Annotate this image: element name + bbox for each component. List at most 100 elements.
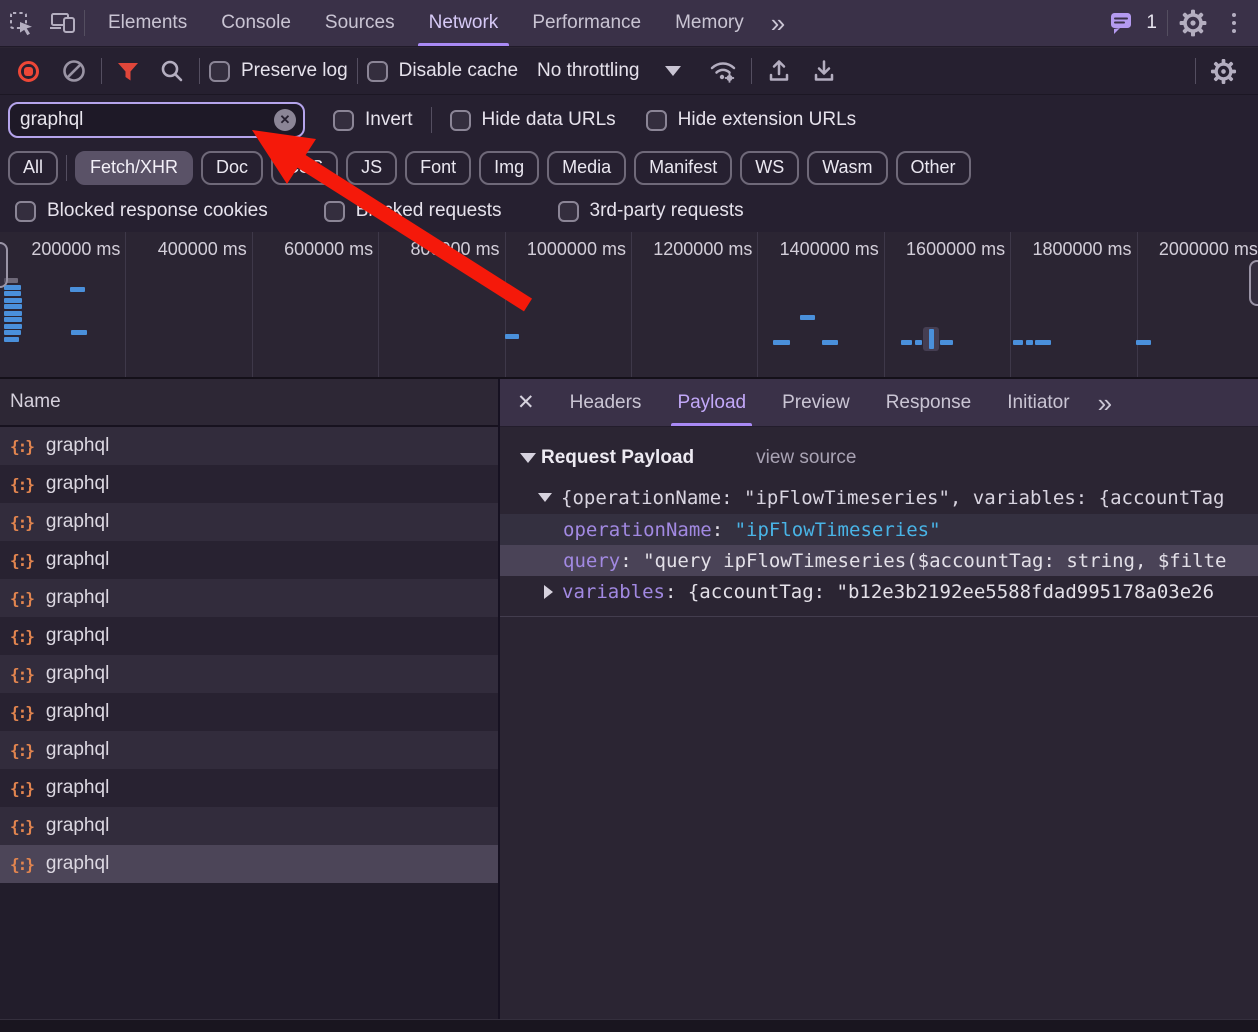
waterfall-bar (4, 330, 21, 335)
3rd-party-requests-toggle[interactable]: 3rd-party requests (558, 200, 744, 222)
table-row[interactable]: {:}graphql (0, 731, 498, 769)
tab-response[interactable]: Response (868, 379, 990, 426)
timeline-tick: 1600000 ms (885, 232, 1011, 377)
chip-doc[interactable]: Doc (201, 151, 263, 185)
request-name: graphql (46, 435, 109, 457)
table-row[interactable]: {:}graphql (0, 769, 498, 807)
overview-left-handle[interactable] (0, 242, 8, 288)
tab-sources[interactable]: Sources (308, 0, 412, 46)
chip-other[interactable]: Other (896, 151, 971, 185)
close-details-icon[interactable]: ✕ (500, 390, 552, 415)
network-conditions-icon[interactable] (704, 58, 742, 84)
tab-elements[interactable]: Elements (91, 0, 204, 46)
chip-manifest[interactable]: Manifest (634, 151, 732, 185)
chip-fetch-xhr[interactable]: Fetch/XHR (75, 151, 193, 185)
throttling-dropdown[interactable]: No throttling (537, 60, 681, 82)
tab-preview[interactable]: Preview (764, 379, 868, 426)
payload-summary-row[interactable]: {operationName: "ipFlowTimeseries", vari… (500, 481, 1258, 514)
checkbox (209, 61, 230, 82)
more-tabs-chevron-icon[interactable]: » (761, 10, 795, 36)
record-button[interactable] (18, 61, 39, 82)
divider (101, 58, 102, 84)
table-row[interactable]: {:}graphql (0, 465, 498, 503)
device-toolbar-icon[interactable] (42, 4, 84, 42)
hide-data-urls-toggle[interactable]: Hide data URLs (450, 109, 616, 131)
table-row[interactable]: {:}graphql (0, 693, 498, 731)
blocked-response-cookies-toggle[interactable]: Blocked response cookies (15, 200, 268, 222)
chip-font[interactable]: Font (405, 151, 471, 185)
import-har-icon[interactable] (761, 58, 797, 84)
search-icon[interactable] (154, 58, 190, 84)
table-row[interactable]: {:}graphql (0, 579, 498, 617)
chip-img[interactable]: Img (479, 151, 539, 185)
waterfall-bar (4, 304, 22, 309)
kebab-menu-icon[interactable] (1218, 13, 1250, 33)
table-row[interactable]: {:}graphql (0, 655, 498, 693)
chip-ws[interactable]: WS (740, 151, 799, 185)
name-column-header[interactable]: Name (0, 379, 498, 427)
divider (66, 155, 67, 181)
checkbox (333, 110, 354, 131)
export-har-icon[interactable] (806, 58, 842, 84)
request-name: graphql (46, 739, 109, 761)
waterfall-bar (901, 340, 912, 345)
waterfall-bar (505, 334, 519, 339)
payload-entry-variables[interactable]: variables: {accountTag: "b12e3b2192ee558… (500, 576, 1258, 607)
invert-toggle[interactable]: Invert (333, 109, 413, 131)
json-braces-icon: {:} (10, 589, 33, 608)
payload-colon: : (665, 581, 688, 603)
request-name: graphql (46, 625, 109, 647)
messages-icon[interactable] (1100, 4, 1142, 42)
name-column-label: Name (10, 391, 61, 413)
clear-icon[interactable] (56, 58, 92, 84)
tab-performance[interactable]: Performance (515, 0, 658, 46)
payload-entry-operationname[interactable]: operationName: "ipFlowTimeseries" (500, 514, 1258, 545)
chip-all[interactable]: All (8, 151, 58, 185)
tab-payload[interactable]: Payload (659, 379, 764, 426)
tab-memory[interactable]: Memory (658, 0, 761, 46)
json-braces-icon: {:} (10, 513, 33, 532)
clear-filter-icon[interactable]: ✕ (274, 109, 296, 131)
table-row[interactable]: {:}graphql (0, 807, 498, 845)
payload-entry-query[interactable]: query: "query ipFlowTimeseries($accountT… (500, 545, 1258, 576)
settings-gear-icon[interactable] (1172, 4, 1214, 42)
request-details-panel: ✕ HeadersPayloadPreviewResponseInitiator… (500, 379, 1258, 1019)
network-settings-gear-icon[interactable] (1205, 58, 1242, 85)
tab-console[interactable]: Console (204, 0, 308, 46)
chip-css[interactable]: CSS (271, 151, 338, 185)
chip-media[interactable]: Media (547, 151, 626, 185)
table-row[interactable]: {:}graphql (0, 427, 498, 465)
chevron-down-icon (665, 66, 681, 76)
network-toolbar: Preserve log Disable cache No throttling (0, 48, 1258, 95)
tab-headers[interactable]: Headers (552, 379, 660, 426)
blocked-requests-toggle[interactable]: Blocked requests (324, 200, 502, 222)
tab-network[interactable]: Network (412, 0, 516, 46)
extra-filters-row: Blocked response cookies Blocked requests… (0, 190, 1258, 232)
tab-initiator[interactable]: Initiator (989, 379, 1087, 426)
chip-js[interactable]: JS (346, 151, 397, 185)
overview-right-handle[interactable] (1249, 260, 1258, 306)
table-row[interactable]: {:}graphql (0, 845, 498, 883)
disable-cache-toggle[interactable]: Disable cache (367, 60, 518, 82)
table-row[interactable]: {:}graphql (0, 541, 498, 579)
expand-triangle-icon[interactable] (544, 585, 553, 599)
checkbox (324, 201, 345, 222)
network-overview[interactable]: 200000 ms400000 ms600000 ms800000 ms1000… (0, 232, 1258, 379)
view-source-link[interactable]: view source (756, 447, 856, 469)
table-row[interactable]: {:}graphql (0, 617, 498, 655)
filter-input[interactable] (10, 109, 303, 131)
filter-funnel-icon[interactable] (111, 60, 145, 83)
collapse-triangle-icon (520, 453, 536, 463)
waterfall-bar (800, 315, 815, 320)
timeline-tick: 600000 ms (253, 232, 379, 377)
waterfall-bar (940, 340, 953, 345)
hide-extension-urls-toggle[interactable]: Hide extension URLs (646, 109, 856, 131)
section-title: Request Payload (541, 447, 694, 469)
chip-wasm[interactable]: Wasm (807, 151, 887, 185)
inspect-element-icon[interactable] (0, 4, 42, 42)
json-braces-icon: {:} (10, 779, 33, 798)
more-detail-tabs-chevron-icon[interactable]: » (1088, 390, 1122, 416)
preserve-log-toggle[interactable]: Preserve log (209, 60, 348, 82)
request-payload-section[interactable]: Request Payload view source (500, 439, 1258, 477)
table-row[interactable]: {:}graphql (0, 503, 498, 541)
